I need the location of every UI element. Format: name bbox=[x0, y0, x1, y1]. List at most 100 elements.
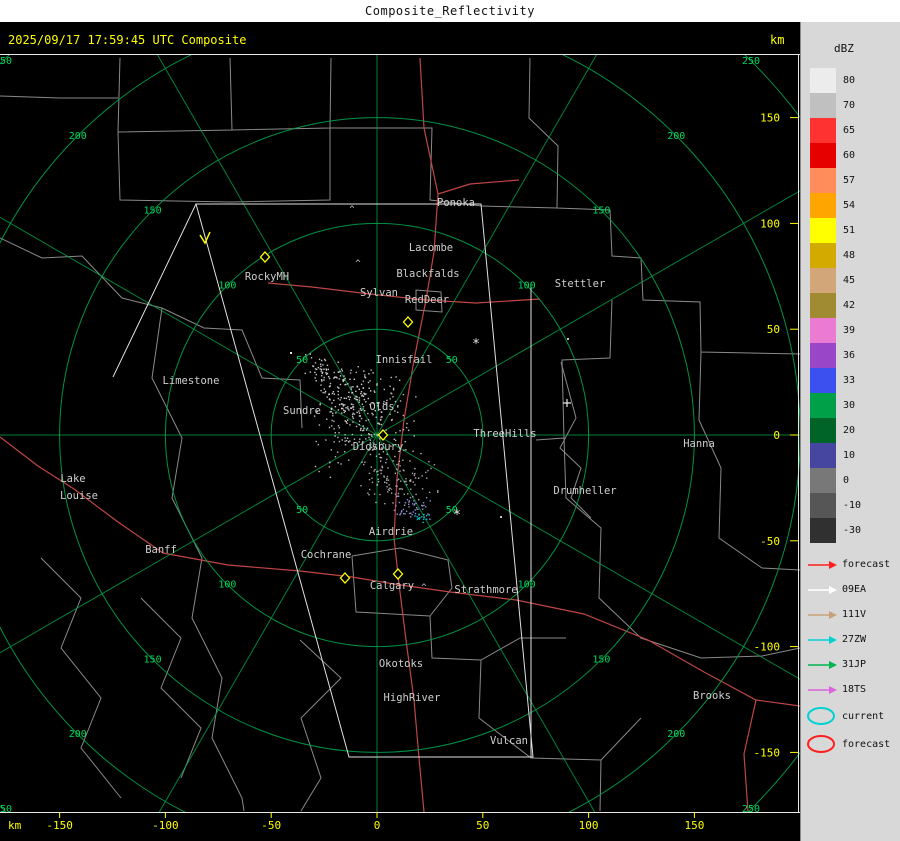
scale-entry: 80 bbox=[801, 68, 900, 93]
city-label: Airdrie bbox=[369, 526, 413, 538]
scale-swatch bbox=[810, 418, 836, 443]
city-label: Hanna bbox=[683, 438, 715, 450]
scale-value: 0 bbox=[843, 475, 849, 486]
legend-ellipse-icon bbox=[806, 706, 838, 726]
scale-entry: 39 bbox=[801, 318, 900, 343]
city-label: Drumheller bbox=[553, 485, 616, 497]
scale-swatch bbox=[810, 368, 836, 393]
y-axis-tick-label: -100 bbox=[754, 641, 781, 654]
range-ring-label: 150 bbox=[592, 654, 610, 665]
radar-site-diamond-icon bbox=[394, 569, 403, 579]
range-ring-label: 100 bbox=[518, 280, 536, 291]
legend-item-label: 09EA bbox=[842, 584, 866, 595]
city-label: Vulcan bbox=[490, 735, 528, 747]
city-label: Sundre bbox=[283, 405, 321, 417]
city-label: Banff bbox=[145, 544, 177, 556]
legend-item-label: 27ZW bbox=[842, 634, 866, 645]
scale-swatch bbox=[810, 318, 836, 343]
scale-entry: -30 bbox=[801, 518, 900, 543]
scale-swatch bbox=[810, 468, 836, 493]
scale-entry: 45 bbox=[801, 268, 900, 293]
range-ring-label: 50 bbox=[296, 505, 308, 516]
scale-value: 60 bbox=[843, 150, 855, 161]
scale-swatch bbox=[810, 343, 836, 368]
range-ring-label: 150 bbox=[144, 206, 162, 217]
caret-marker-icon: ^ bbox=[421, 583, 427, 593]
range-rings bbox=[0, 22, 800, 841]
scale-entry: 42 bbox=[801, 293, 900, 318]
window-title: Composite_Reflectivity bbox=[0, 0, 900, 22]
city-label: Sylvan bbox=[360, 287, 398, 299]
city-label: RedDeer bbox=[405, 294, 449, 306]
legend-item: 09EA bbox=[801, 577, 900, 602]
range-ring-label: 200 bbox=[69, 729, 87, 740]
legend-arrow-icon bbox=[806, 580, 838, 600]
range-ring-label: 250 bbox=[0, 804, 12, 815]
scale-swatch bbox=[810, 393, 836, 418]
range-ring-label: 150 bbox=[592, 206, 610, 217]
x-axis-tick-label: 100 bbox=[579, 819, 599, 832]
city-label: Ponoka bbox=[437, 197, 475, 209]
right-axis-unit-label: km bbox=[770, 33, 784, 47]
scale-swatch bbox=[810, 293, 836, 318]
x-axis-tick-label: -50 bbox=[261, 819, 281, 832]
x-axis-tick-label: -100 bbox=[152, 819, 179, 832]
legend-item-label: 31JP bbox=[842, 659, 866, 670]
dot-marker-icon bbox=[500, 516, 502, 518]
scale-value: -10 bbox=[843, 500, 861, 511]
scale-value: 51 bbox=[843, 225, 855, 236]
scale-entry: 70 bbox=[801, 93, 900, 118]
scale-entry: -10 bbox=[801, 493, 900, 518]
city-label: Brooks bbox=[693, 690, 731, 702]
timestamp-label: 2025/09/17 17:59:45 UTC Composite bbox=[8, 33, 246, 47]
legend-item: current bbox=[801, 702, 900, 730]
legend-item: 27ZW bbox=[801, 627, 900, 652]
city-label: Cochrane bbox=[301, 549, 352, 561]
scale-entry: 57 bbox=[801, 168, 900, 193]
scale-swatch bbox=[810, 218, 836, 243]
range-ring-label: 250 bbox=[742, 804, 760, 815]
x-axis-tick-label: 150 bbox=[684, 819, 704, 832]
scale-entry: 36 bbox=[801, 343, 900, 368]
scale-value: 33 bbox=[843, 375, 855, 386]
legend-arrow-icon bbox=[806, 680, 838, 700]
scale-value: 54 bbox=[843, 200, 855, 211]
range-ring-label: 100 bbox=[218, 280, 236, 291]
range-ring-label: 100 bbox=[518, 580, 536, 591]
x-axis-unit-label: km bbox=[8, 819, 22, 832]
scale-entry: 33 bbox=[801, 368, 900, 393]
city-label: Didsbury bbox=[353, 441, 404, 453]
scale-swatch bbox=[810, 68, 836, 93]
range-ring-label: 250 bbox=[742, 56, 760, 67]
range-ring-label: 250 bbox=[0, 56, 12, 67]
city-label: HighRiver bbox=[384, 692, 441, 704]
plot-area: 5050505010010010010015015015015020020020… bbox=[0, 22, 800, 841]
city-label: Olds bbox=[369, 401, 394, 413]
radar-map-panel: 2025/09/17 17:59:45 UTC Composite km 505… bbox=[0, 22, 800, 841]
scale-value: 45 bbox=[843, 275, 855, 286]
legend-item-label: 111V bbox=[842, 609, 866, 620]
legend-arrow-icon bbox=[806, 555, 838, 575]
city-label: Strathmore bbox=[454, 584, 517, 596]
scale-entry: 54 bbox=[801, 193, 900, 218]
y-axis-tick-label: 100 bbox=[760, 217, 780, 230]
scale-entry: 51 bbox=[801, 218, 900, 243]
scale-value: 20 bbox=[843, 425, 855, 436]
range-ring-label: 200 bbox=[667, 729, 685, 740]
city-label: Lacombe bbox=[409, 242, 453, 254]
legend-item: 111V bbox=[801, 602, 900, 627]
radar-plot: 5050505010010010010015015015015020020020… bbox=[0, 22, 800, 841]
legend-item-label: current bbox=[842, 711, 884, 722]
y-axis-tick-label: 50 bbox=[767, 323, 780, 336]
legend-item-label: forecast bbox=[842, 559, 890, 570]
scale-swatch bbox=[810, 143, 836, 168]
scale-entry: 10 bbox=[801, 443, 900, 468]
scale-value: 48 bbox=[843, 250, 855, 261]
city-label: Stettler bbox=[555, 278, 606, 290]
y-axis-tick-label: -50 bbox=[760, 535, 780, 548]
scale-title: dBZ bbox=[834, 42, 854, 55]
city-label: Innisfail bbox=[376, 354, 433, 366]
scale-value: 65 bbox=[843, 125, 855, 136]
scale-entry: 0 bbox=[801, 468, 900, 493]
x-axis-tick-label: 0 bbox=[374, 819, 381, 832]
